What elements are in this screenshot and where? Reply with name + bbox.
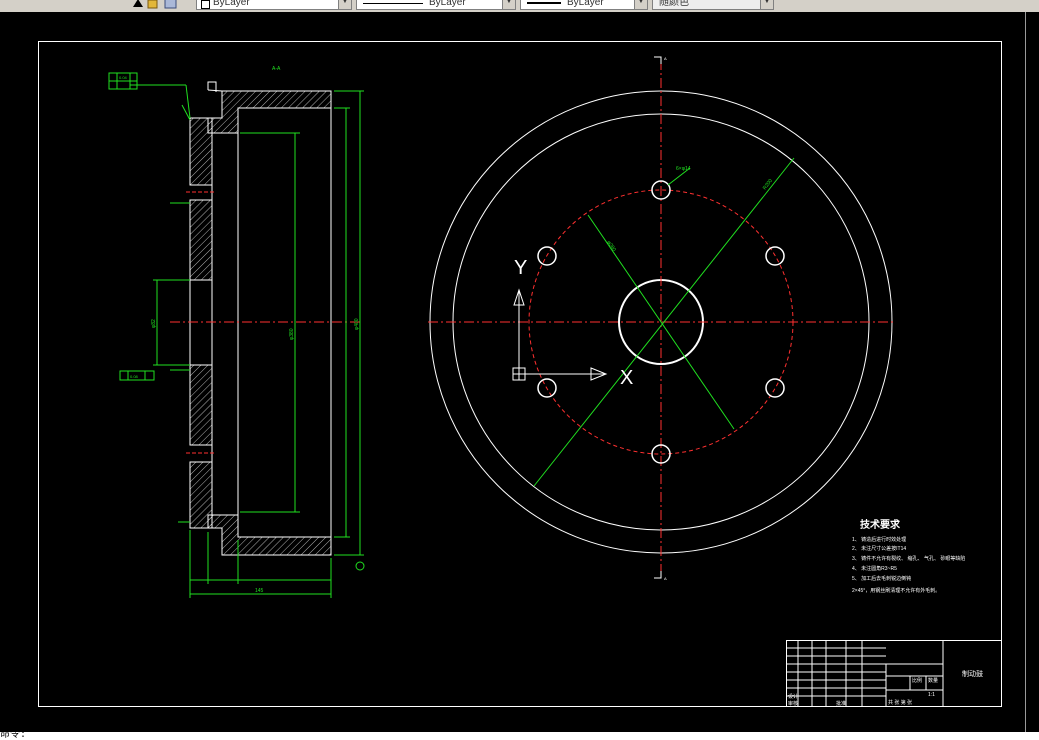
technical-notes: 技术要求 1、 铸造后进行时效处理 2、 未注尺寸公差按IT14 3、 铸件不允… (852, 518, 965, 594)
plotstyle-value: 随颜色 (659, 0, 689, 8)
dim-label: 145 (255, 588, 264, 594)
plotstyle-combo[interactable]: 随颜色 ▼ (652, 0, 774, 10)
dim-label: 6×φ14 (676, 166, 691, 172)
dim-label: φ280 (605, 240, 617, 253)
linetype-combo[interactable]: ByLayer ▼ (356, 0, 516, 10)
tb-qty-label: 数量 (928, 677, 938, 684)
lineweight-sample (527, 2, 561, 4)
note-line: 2×45°，用钢丝刷清理不允许有外毛刺。 (852, 587, 940, 594)
chevron-down-icon[interactable]: ▼ (760, 0, 773, 9)
tolerance-label: 0.04 (119, 75, 128, 80)
view-marker: A (664, 576, 667, 581)
color-swatch-icon (201, 0, 210, 9)
cad-drawing[interactable]: 0.04 0.08 φ380 φ400 φ82 145 A-A R200 φ28… (0, 12, 1026, 732)
layer-tools-icon[interactable] (132, 0, 182, 10)
ucs-y-label: Y (514, 257, 527, 279)
tb-approve: 批准 (836, 700, 846, 707)
dim-label: φ380 (289, 328, 295, 340)
tb-part-name: 制动鼓 (962, 669, 983, 678)
vertical-scrollbar[interactable] (1025, 12, 1039, 732)
section-title: A-A (272, 66, 281, 72)
color-value: ByLayer (213, 0, 250, 8)
drawing-canvas[interactable]: 0.04 0.08 φ380 φ400 φ82 145 A-A R200 φ28… (0, 12, 1039, 732)
note-line: 3、 铸件不允许有裂纹、 缩孔、 气孔、 砂眼等缺陷 (852, 555, 965, 562)
section-view: 0.04 0.08 φ380 φ400 φ82 145 A-A (108, 66, 365, 598)
ucs-icon (512, 288, 608, 381)
tb-drawn: 设计 (788, 693, 798, 700)
note-line: 4、 未注圆角R3~R5 (852, 565, 897, 572)
chevron-down-icon[interactable]: ▼ (634, 0, 647, 9)
chevron-down-icon[interactable]: ▼ (338, 0, 351, 9)
notes-title: 技术要求 (860, 518, 901, 531)
tb-scale-label: 比例 (912, 677, 922, 684)
note-line: 2、 未注尺寸公差按IT14 (852, 545, 906, 552)
linetype-sample (363, 3, 423, 4)
command-line[interactable]: 命令: (0, 732, 1039, 740)
front-view: R200 φ280 6×φ14 A A (428, 56, 895, 581)
ucs-x-label: X (620, 367, 633, 389)
command-prompt: 命令: (0, 732, 27, 740)
linetype-value: ByLayer (429, 0, 466, 8)
title-block-grid (786, 640, 944, 706)
lineweight-value: ByLayer (567, 0, 604, 8)
tolerance-label: 0.08 (130, 374, 139, 379)
lineweight-combo[interactable]: ByLayer ▼ (520, 0, 648, 10)
tb-sheet: 共 张 第 张 (888, 699, 912, 706)
dim-label: R200 (762, 178, 774, 191)
dim-label: φ400 (354, 318, 360, 330)
note-line: 5、 加工后去毛刺锐边倒钝 (852, 575, 911, 582)
color-combo[interactable]: ByLayer ▼ (196, 0, 352, 10)
chevron-down-icon[interactable]: ▼ (502, 0, 515, 9)
dim-label: φ82 (151, 319, 157, 328)
tb-check: 审核 (788, 700, 798, 707)
note-line: 1、 铸造后进行时效处理 (852, 536, 906, 543)
tb-scale: 1:1 (928, 692, 935, 698)
view-marker: A (664, 56, 667, 61)
